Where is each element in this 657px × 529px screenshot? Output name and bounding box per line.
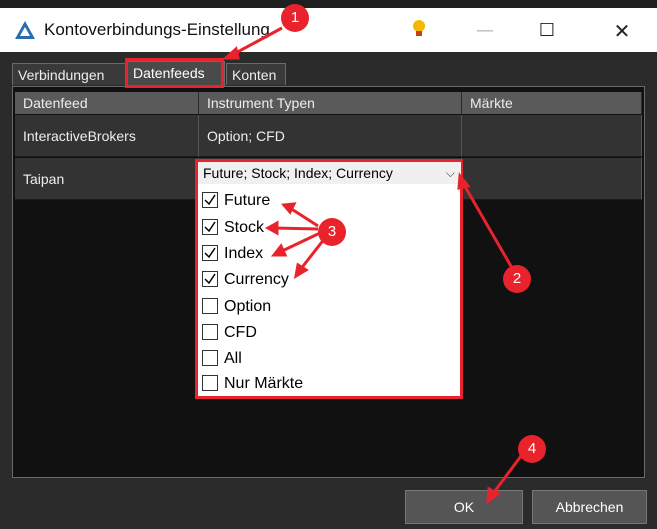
annotation-badge-1: 1 <box>281 4 309 32</box>
annotation-arrows <box>222 26 529 505</box>
annotation-badge-2: 2 <box>503 265 531 293</box>
annotation-badge-4: 4 <box>518 435 546 463</box>
annotation-badge-3: 3 <box>318 218 346 246</box>
